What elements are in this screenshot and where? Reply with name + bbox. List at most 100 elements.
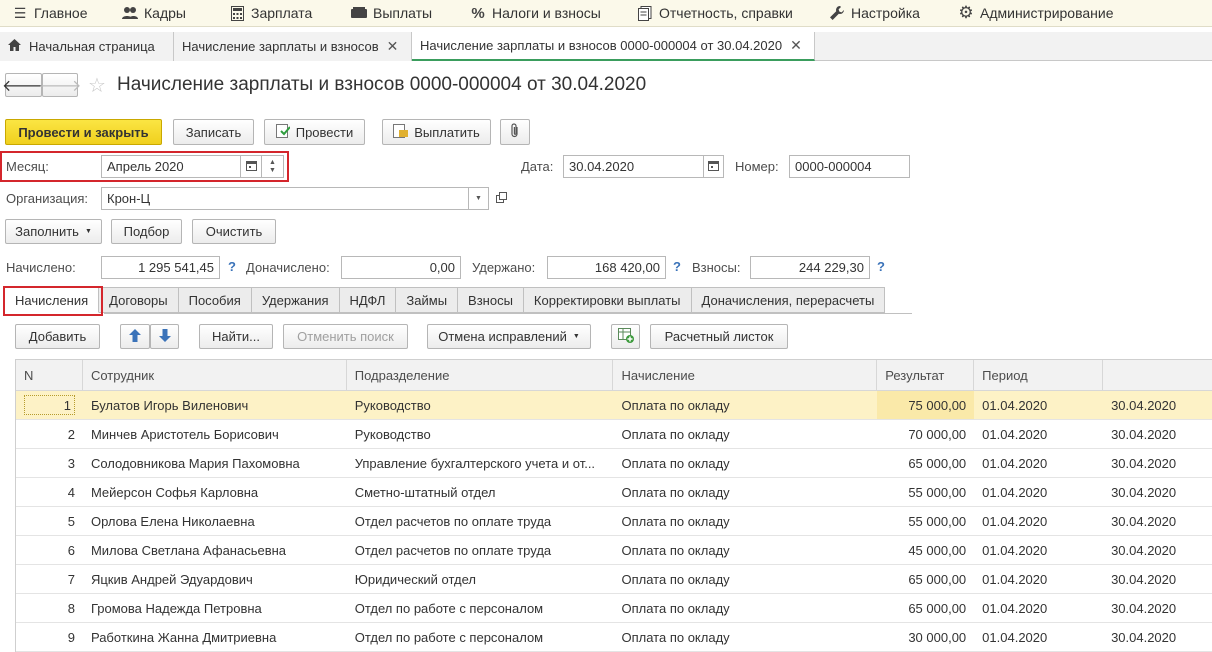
cell-accrual: Оплата по окладу	[621, 484, 730, 500]
back-button[interactable]: 🡐	[2, 73, 45, 97]
menu-item-admin[interactable]: ⚙ Администрирование	[958, 0, 1113, 27]
add-button[interactable]: Добавить	[15, 324, 100, 349]
star-icon[interactable]: ☆	[88, 73, 106, 98]
chevron-down-icon: ▼	[572, 333, 580, 340]
post-button[interactable]: Провести	[264, 119, 365, 145]
number-field[interactable]: 0000-000004	[789, 155, 910, 178]
table-row[interactable]: 1 Булатов Игорь Виленович Руководство Оплат…	[16, 391, 1212, 420]
extra-label: Доначислено:	[246, 260, 330, 275]
cell-result: 75 000,00	[877, 391, 975, 419]
withheld-label: Удержано:	[472, 260, 536, 275]
clear-button[interactable]: Очистить	[192, 219, 276, 244]
tab-contracts[interactable]: Договоры	[99, 287, 179, 313]
cancel-search-button[interactable]: Отменить поиск	[283, 324, 408, 349]
tab-payment-adjustments[interactable]: Корректировки выплаты	[523, 287, 692, 313]
org-field[interactable]: Крон-Ц	[101, 187, 469, 210]
page-tabs: Начальная страница Начисление зарплаты и…	[0, 32, 1212, 61]
fill-button[interactable]: Заполнить ▼	[5, 219, 102, 244]
column-header-result[interactable]: Результат	[877, 360, 975, 390]
pay-icon	[393, 123, 409, 141]
menu-item-reports[interactable]: Отчетность, справки	[637, 0, 793, 27]
cell-accrual: Оплата по окладу	[621, 426, 730, 442]
menu-icon: ☰	[13, 4, 27, 21]
wallet-icon	[351, 5, 367, 21]
tab-home[interactable]: Начальная страница	[0, 32, 174, 61]
forward-button[interactable]: 🡒	[39, 73, 81, 97]
date-field[interactable]: 30.04.2020	[563, 155, 704, 178]
menu-item-taxes[interactable]: % Налоги и взносы	[470, 0, 601, 27]
tab-loans[interactable]: Займы	[396, 287, 459, 313]
cell-result: 65 000,00	[908, 571, 967, 587]
accrued-label: Начислено:	[6, 260, 76, 275]
table-row[interactable]: 2 Минчев Аристотель Борисович Руководство О…	[16, 420, 1212, 449]
cell-period-start: 01.04.2020	[982, 513, 1048, 529]
arrow-right-icon: 🡒	[38, 77, 82, 95]
cell-accrual: Оплата по окладу	[621, 571, 730, 587]
table-add-column-button[interactable]	[611, 324, 640, 349]
tab-recalculations[interactable]: Доначисления, перерасчеты	[691, 287, 886, 313]
column-header-employee[interactable]: Сотрудник	[83, 360, 347, 390]
cell-period-end: 30.04.2020	[1111, 542, 1177, 558]
column-header-accrual[interactable]: Начисление	[613, 360, 878, 390]
save-button[interactable]: Записать	[173, 119, 254, 145]
move-up-button[interactable]	[120, 324, 150, 349]
cell-period-end: 30.04.2020	[1111, 513, 1177, 529]
menu-item-settings[interactable]: Настройка	[829, 0, 920, 27]
cell-result: 70 000,00	[908, 426, 967, 442]
cancel-fixes-button[interactable]: Отмена исправлений ▼	[427, 324, 591, 349]
cell-period-start: 01.04.2020	[982, 484, 1048, 500]
column-header-n[interactable]: N	[16, 360, 83, 390]
move-down-button[interactable]	[150, 324, 179, 349]
date-calendar-button[interactable]	[703, 155, 724, 178]
attach-button[interactable]	[500, 119, 530, 145]
post-and-close-button[interactable]: Провести и закрыть	[5, 119, 162, 145]
table-row[interactable]: 7 Яцкив Андрей Эдуардович Юридический отде…	[16, 565, 1212, 594]
tab-deductions[interactable]: Удержания	[251, 287, 340, 313]
pay-button[interactable]: Выплатить	[382, 119, 491, 145]
column-header-period-end[interactable]	[1103, 360, 1212, 390]
table-row[interactable]: 4 Мейерсон Софья Карловна Сметно-штатный о…	[16, 478, 1212, 507]
tab-document[interactable]: Начисление зарплаты и взносов 0000-00000…	[412, 32, 815, 61]
tab-benefits[interactable]: Пособия	[178, 287, 252, 313]
menu-item-hr[interactable]: Кадры	[122, 0, 186, 27]
tab-contributions[interactable]: Взносы	[458, 287, 524, 313]
cell-period-end: 30.04.2020	[1111, 455, 1177, 471]
cell-n: 8	[67, 600, 75, 616]
accruals-table: N Сотрудник Подразделение Начисление Рез…	[15, 359, 1212, 652]
cell-result: 55 000,00	[908, 513, 967, 529]
table-row[interactable]: 9 Работкина Жанна Дмитриевна Отдел по рабо…	[16, 623, 1212, 652]
tab-journal[interactable]: Начисление зарплаты и взносов ✕	[174, 32, 412, 61]
cell-employee: Булатов Игорь Виленович	[90, 397, 249, 413]
column-header-department[interactable]: Подразделение	[347, 360, 614, 390]
close-icon[interactable]: ✕	[790, 37, 802, 54]
help-icon[interactable]: ?	[877, 259, 885, 274]
org-dropdown-button[interactable]: ▼	[468, 187, 489, 210]
help-icon[interactable]: ?	[673, 259, 681, 274]
cell-employee: Работкина Жанна Дмитриевна	[90, 629, 277, 645]
calculator-icon	[229, 5, 245, 21]
find-button[interactable]: Найти...	[199, 324, 273, 349]
arrow-down-icon	[158, 328, 171, 345]
table-row[interactable]: 8 Громова Надежда Петровна Отдел по работе…	[16, 594, 1212, 623]
select-button[interactable]: Подбор	[111, 219, 182, 244]
menu-item-salary[interactable]: Зарплата	[229, 0, 312, 27]
column-header-period[interactable]: Период	[974, 360, 1104, 390]
close-icon[interactable]: ✕	[387, 38, 399, 55]
tab-ndfl[interactable]: НДФЛ	[339, 287, 397, 313]
menu-item-main[interactable]: ☰ Главное	[12, 0, 88, 27]
payslip-button[interactable]: Расчетный листок	[650, 324, 788, 349]
cell-department: Отдел расчетов по оплате труда	[354, 513, 552, 529]
table-row[interactable]: 5 Орлова Елена Николаевна Отдел расчетов п…	[16, 507, 1212, 536]
cell-period-start: 01.04.2020	[982, 455, 1048, 471]
menu-item-payments[interactable]: Выплаты	[351, 0, 432, 27]
calendar-icon	[708, 159, 719, 174]
table-header: N Сотрудник Подразделение Начисление Рез…	[16, 360, 1212, 391]
cell-employee: Милова Светлана Афанасьевна	[90, 542, 287, 558]
table-row[interactable]: 3 Солодовникова Мария Пахомовна Управление…	[16, 449, 1212, 478]
cell-n: 2	[67, 426, 75, 442]
org-open-button[interactable]	[491, 187, 511, 210]
cell-result: 65 000,00	[908, 455, 967, 471]
report-icon	[637, 5, 653, 21]
help-icon[interactable]: ?	[228, 259, 236, 274]
table-row[interactable]: 6 Милова Светлана Афанасьевна Отдел расчет…	[16, 536, 1212, 565]
